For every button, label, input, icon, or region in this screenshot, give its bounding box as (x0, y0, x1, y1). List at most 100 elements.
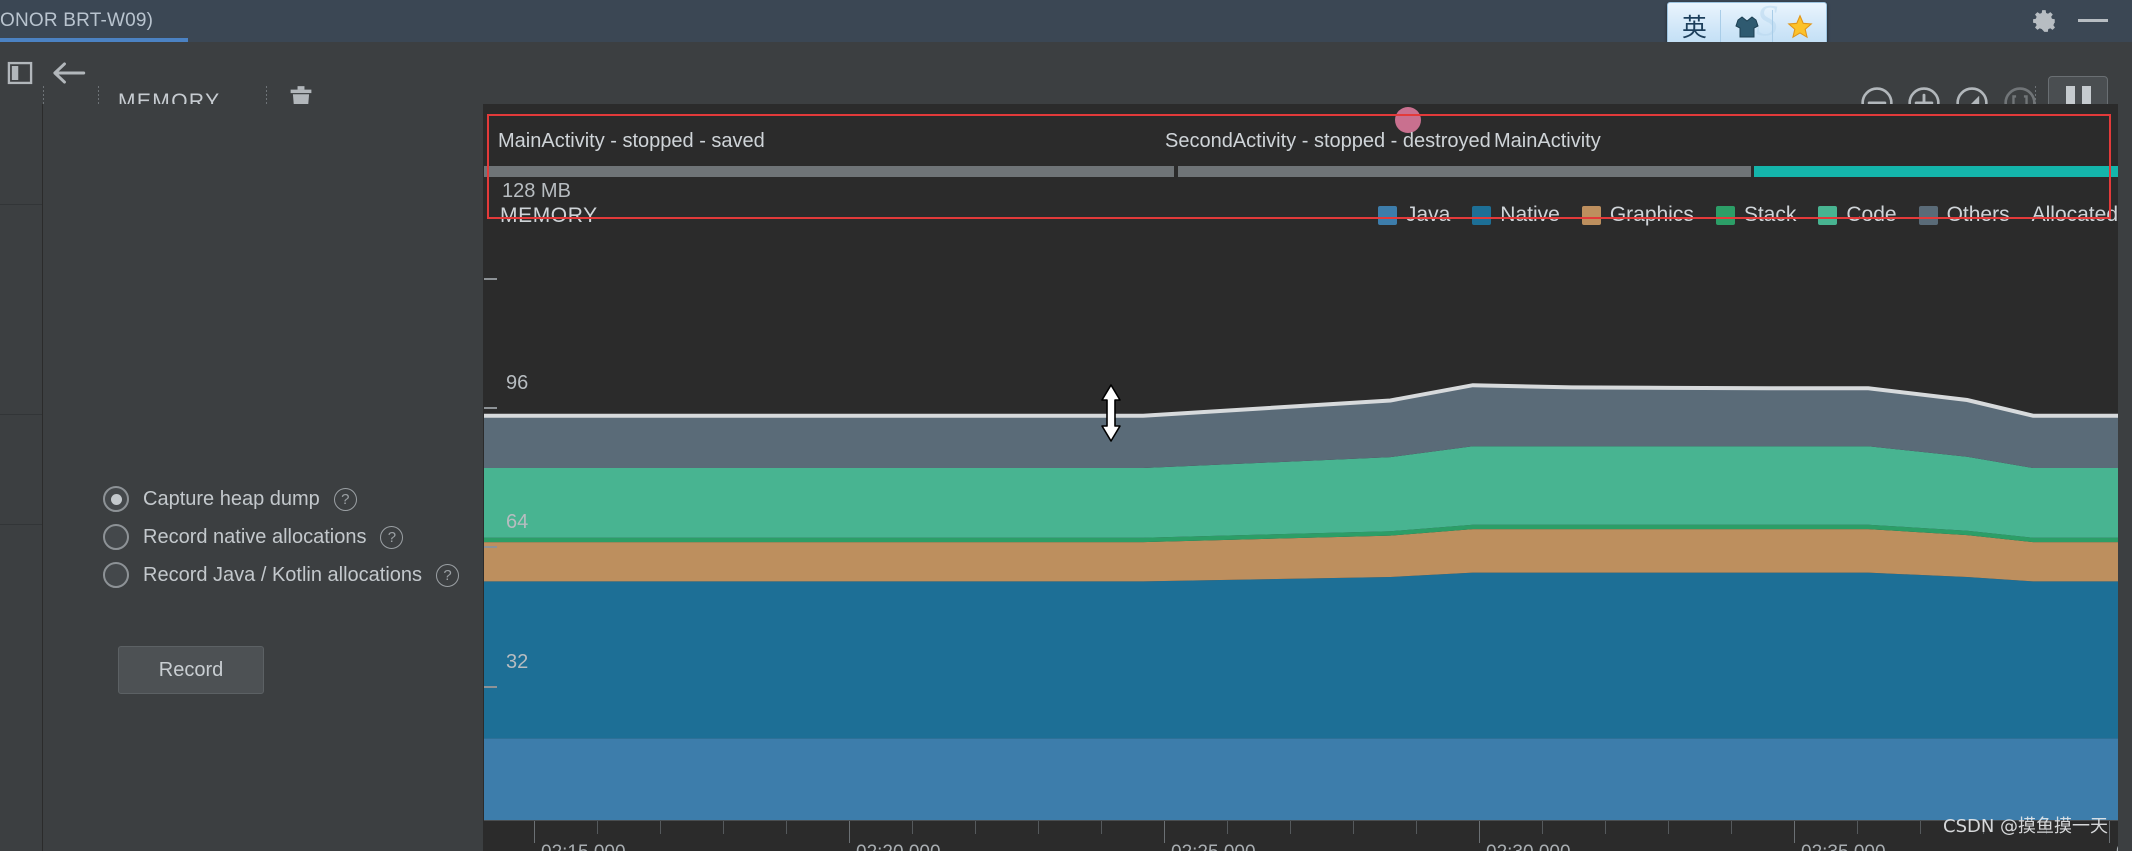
axis-tick (975, 821, 976, 834)
profiler-window: ONOR BRT-W09) S 英 MEMORY Capture heap du… (0, 0, 2132, 851)
legend-swatch (1818, 205, 1838, 225)
y-axis-label: 128 MB (502, 180, 571, 202)
axis-tick (1227, 821, 1228, 834)
panel-toggle-icon[interactable] (6, 59, 34, 87)
time-label: 02:15.000 (541, 842, 626, 851)
legend-item-allocated[interactable]: Allocated (2032, 203, 2118, 227)
axis-tick (723, 821, 724, 834)
option-label: Capture heap dump (143, 487, 320, 510)
option-label: Record Java / Kotlin allocations (143, 563, 423, 586)
record-button[interactable]: Record (118, 646, 264, 694)
legend-swatch (1472, 205, 1492, 225)
axis-tick (1857, 821, 1858, 834)
legend-item-graphics[interactable]: Graphics (1581, 203, 1694, 227)
profiler-stage: MainActivity - stopped - saved SecondAct… (484, 104, 2132, 851)
axis-tick (1731, 821, 1732, 834)
axis-tick (1542, 821, 1543, 834)
gear-icon[interactable] (2032, 8, 2058, 34)
help-icon[interactable]: ? (436, 563, 460, 587)
device-tab[interactable]: ONOR BRT-W09) (0, 0, 171, 42)
option-capture-heap-dump[interactable]: Capture heap dump ? (103, 486, 357, 512)
legend-label: Native (1500, 203, 1560, 226)
legend-label: Others (1946, 203, 2010, 226)
title-bar: ONOR BRT-W09) S 英 (0, 0, 2132, 52)
area-series-native (484, 572, 2132, 739)
activity-bar (1754, 166, 2132, 177)
option-record-native-allocations[interactable]: Record native allocations ? (103, 524, 404, 550)
time-label: 02:35.000 (1801, 842, 1886, 851)
legend-item-code[interactable]: Code (1818, 203, 1897, 227)
axis-tick (534, 821, 535, 843)
y-tick (484, 686, 497, 688)
axis-tick (912, 821, 913, 834)
star-icon (1787, 14, 1813, 39)
radio-record-java-kotlin-allocations[interactable] (103, 562, 129, 588)
option-label: Record native allocations (143, 525, 367, 548)
vertical-resize-cursor (1101, 384, 1121, 442)
y-axis-label: 32 (506, 651, 529, 673)
axis-tick (660, 821, 661, 834)
activity-label: MainActivity (1494, 130, 1601, 152)
rail-divider (0, 524, 42, 525)
axis-tick (1668, 821, 1669, 834)
axis-tick (1101, 821, 1102, 834)
axis-tick (1605, 821, 1606, 834)
axis-tick (597, 821, 598, 834)
device-tab-label: ONOR BRT-W09) (0, 10, 154, 31)
axis-tick (1353, 821, 1354, 834)
memory-title: MEMORY (500, 204, 598, 227)
ime-mode-label: 英 (1681, 12, 1707, 42)
activity-bar (484, 166, 1174, 177)
y-tick (484, 546, 497, 548)
memory-area-chart (484, 383, 2132, 826)
legend-swatch (1377, 205, 1397, 225)
legend-item-native[interactable]: Native (1472, 203, 1560, 227)
legend-label: Stack (1743, 203, 1797, 226)
legend-label: Java (1405, 203, 1451, 226)
axis-tick (1038, 821, 1039, 834)
legend-item-java[interactable]: Java (1377, 203, 1451, 227)
time-label: 02:30.000 (1486, 842, 1571, 851)
activity-label: SecondActivity - stopped - destroyed (1165, 130, 1491, 152)
legend-label: Allocated (2031, 203, 2118, 226)
y-tick (484, 407, 497, 409)
radio-capture-heap-dump[interactable] (103, 486, 129, 512)
axis-tick (1920, 821, 1921, 834)
axis-tick (849, 821, 850, 843)
time-axis[interactable]: 02:15.000 02:20.000 02:25.000 02:30.000 … (484, 820, 2132, 851)
activity-bar (1178, 166, 1751, 177)
rail-divider (0, 204, 42, 205)
option-record-java-kotlin-allocations[interactable]: Record Java / Kotlin allocations ? (103, 562, 460, 588)
legend-swatch (1715, 205, 1735, 225)
minimize-icon[interactable] (2078, 19, 2108, 22)
capture-options-panel: Capture heap dump ? Record native alloca… (43, 104, 484, 851)
axis-tick (786, 821, 787, 834)
axis-tick (1290, 821, 1291, 834)
help-icon[interactable]: ? (380, 525, 404, 549)
axis-tick (2109, 821, 2110, 843)
tool-rail (0, 104, 43, 851)
memory-section-header: MEMORY Java Native Graphics Stack Code O… (484, 184, 2132, 242)
rail-divider (0, 414, 42, 415)
event-timeline[interactable]: MainActivity - stopped - saved SecondAct… (484, 104, 2132, 182)
y-axis-label: 64 (506, 511, 529, 533)
time-label: 02:25.000 (1171, 842, 1256, 851)
legend-label: Code (1846, 203, 1897, 226)
help-icon[interactable]: ? (333, 487, 357, 511)
legend-item-stack[interactable]: Stack (1715, 203, 1797, 227)
legend-item-others[interactable]: Others (1918, 203, 2010, 227)
profiler-toolbar: MEMORY (0, 42, 2132, 120)
memory-chart[interactable]: 128 MB 96 64 32 (484, 180, 2132, 826)
back-arrow-icon[interactable] (52, 60, 86, 86)
vertical-scrollbar[interactable] (2118, 104, 2132, 851)
legend-swatch (1581, 205, 1601, 225)
y-axis-label: 96 (506, 372, 529, 394)
radio-record-native-allocations[interactable] (103, 524, 129, 550)
y-tick (484, 278, 497, 280)
legend-label: Graphics (1609, 203, 1694, 226)
axis-tick (1164, 821, 1165, 843)
memory-legend: Java Native Graphics Stack Code Others A… (1356, 203, 2118, 227)
axis-tick (1794, 821, 1795, 843)
legend-swatch (1918, 205, 1938, 225)
watermark: CSDN @摸鱼摸一天 (1943, 816, 2109, 837)
